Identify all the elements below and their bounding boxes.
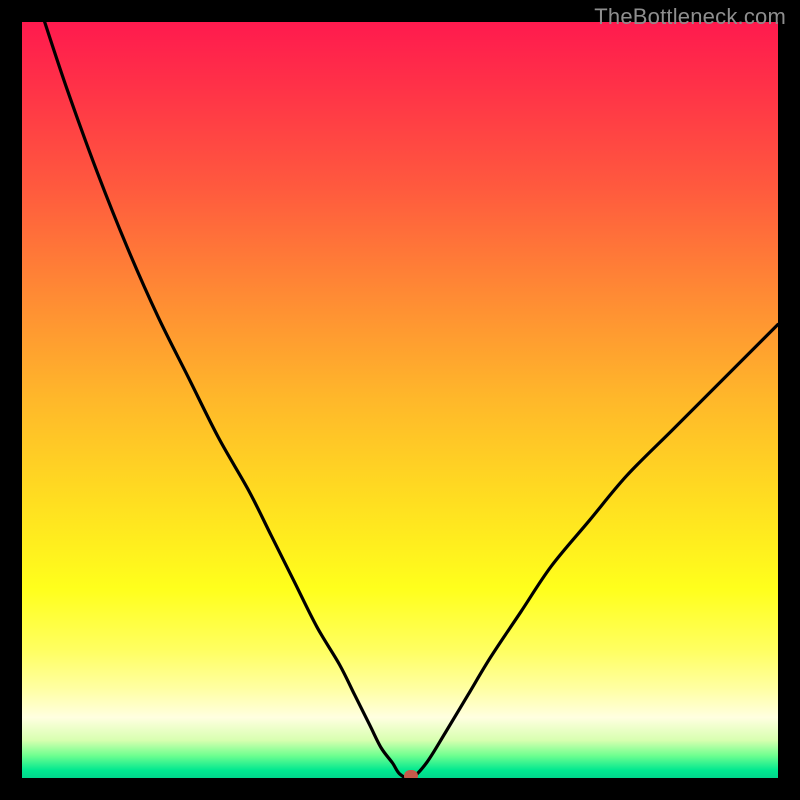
watermark-text: TheBottleneck.com [594,4,786,30]
chart-frame: TheBottleneck.com [0,0,800,800]
min-marker [404,770,418,778]
plot-area [22,22,778,778]
bottleneck-curve-path [45,22,778,778]
curve-svg [22,22,778,778]
